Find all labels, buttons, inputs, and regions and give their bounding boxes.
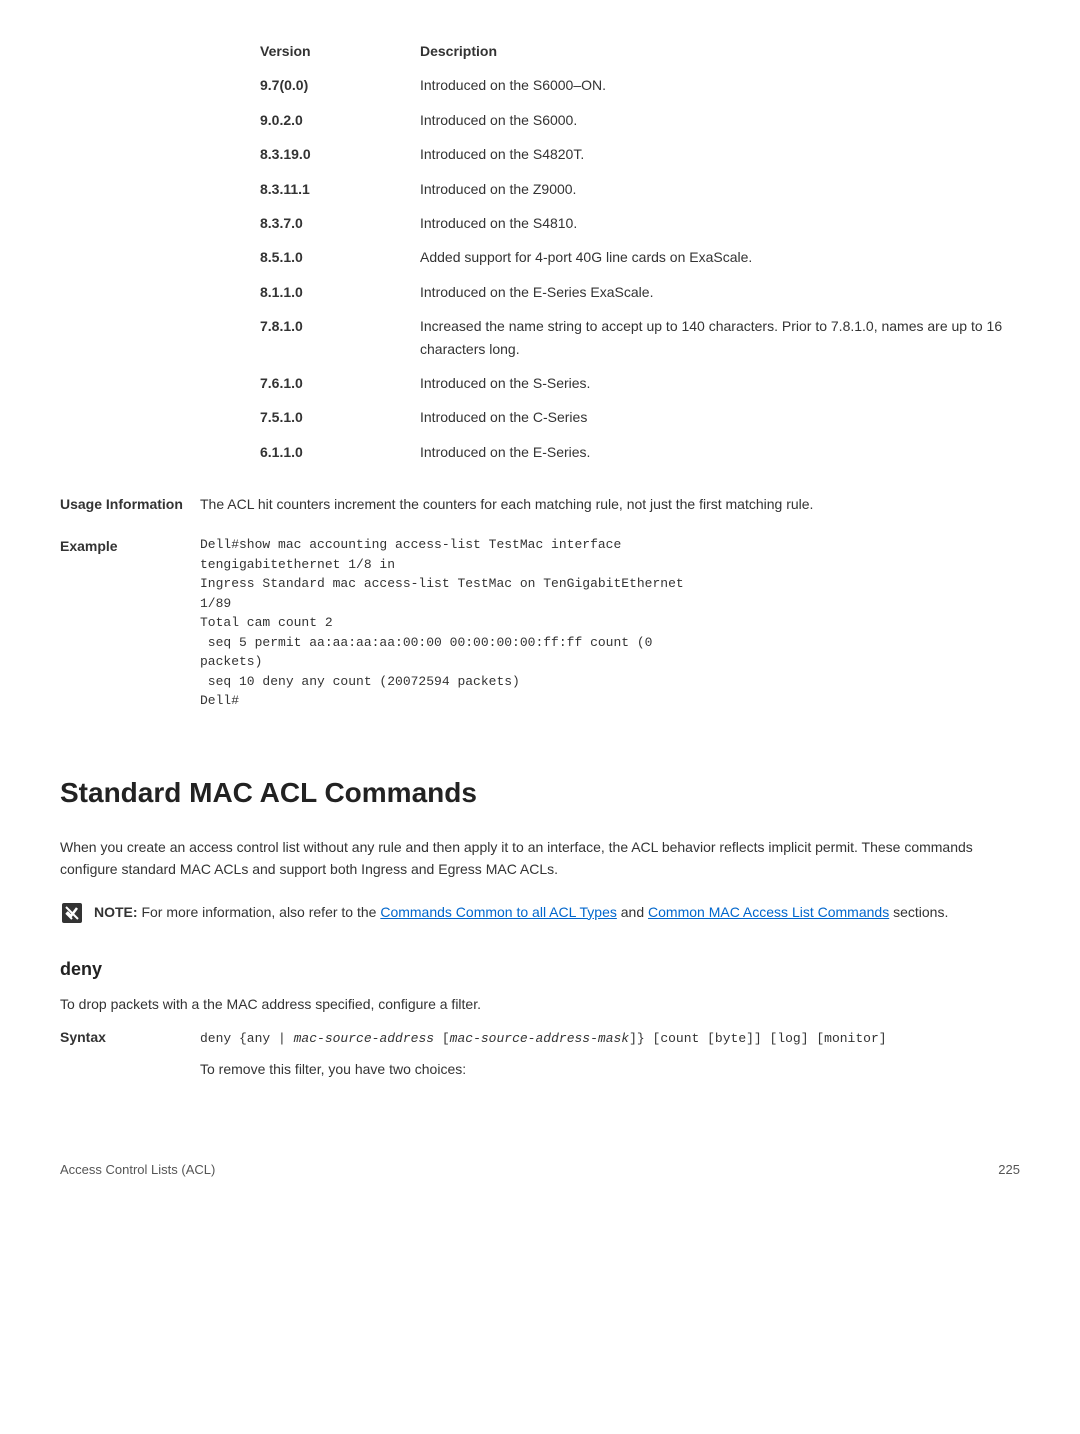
version-desc: Introduced on the S4820T. [420,143,1020,165]
example-block: Example Dell#show mac accounting access-… [60,535,1020,711]
syntax-content: deny {any | mac-source-address [mac-sour… [200,1026,1020,1080]
note-text-after: sections. [889,904,948,920]
version-cell: 7.5.1.0 [260,406,420,428]
version-row: 8.5.1.0 Added support for 4-port 40G lin… [260,246,1020,268]
version-desc: Introduced on the Z9000. [420,178,1020,200]
note-text: NOTE: For more information, also refer t… [94,901,1020,923]
example-label: Example [60,535,200,711]
version-desc: Introduced on the S-Series. [420,372,1020,394]
section-heading: Standard MAC ACL Commands [60,771,1020,816]
usage-information: Usage Information The ACL hit counters i… [60,493,1020,515]
version-cell: 9.7(0.0) [260,74,420,96]
version-desc: Introduced on the S6000–ON. [420,74,1020,96]
version-cell: 8.3.7.0 [260,212,420,234]
version-row: 9.0.2.0 Introduced on the S6000. [260,109,1020,131]
example-code: Dell#show mac accounting access-list Tes… [200,535,1020,711]
version-cell: 6.1.1.0 [260,441,420,463]
version-header-col1: Version [260,40,420,62]
version-table: Version Description 9.7(0.0) Introduced … [260,40,1020,463]
version-row: 8.3.19.0 Introduced on the S4820T. [260,143,1020,165]
note-prefix: NOTE: [94,904,141,920]
usage-info-text: The ACL hit counters increment the count… [200,493,1020,515]
version-cell: 8.1.1.0 [260,281,420,303]
version-row: 7.6.1.0 Introduced on the S-Series. [260,372,1020,394]
version-desc: Introduced on the E-Series ExaScale. [420,281,1020,303]
note-text-before: For more information, also refer to the [141,904,380,920]
version-row: 8.1.1.0 Introduced on the E-Series ExaSc… [260,281,1020,303]
version-row: 7.8.1.0 Increased the name string to acc… [260,315,1020,360]
footer-right: 225 [998,1160,1020,1181]
version-cell: 7.6.1.0 [260,372,420,394]
subsection-text: To drop packets with a the MAC address s… [60,993,1020,1015]
version-desc: Introduced on the S6000. [420,109,1020,131]
footer-left: Access Control Lists (ACL) [60,1160,215,1181]
version-desc: Introduced on the C-Series [420,406,1020,428]
version-desc: Introduced on the E-Series. [420,441,1020,463]
version-row: 7.5.1.0 Introduced on the C-Series [260,406,1020,428]
version-row: 8.3.7.0 Introduced on the S4810. [260,212,1020,234]
page-footer: Access Control Lists (ACL) 225 [60,1160,1020,1181]
version-desc: Increased the name string to accept up t… [420,315,1020,360]
syntax-code: deny {any | mac-source-address [mac-sour… [200,1031,887,1046]
version-table-header: Version Description [260,40,1020,62]
note-block: NOTE: For more information, also refer t… [60,901,1020,925]
subsection-heading: deny [60,955,1020,984]
note-text-middle: and [617,904,648,920]
note-icon [60,901,84,925]
version-row: 9.7(0.0) Introduced on the S6000–ON. [260,74,1020,96]
version-cell: 9.0.2.0 [260,109,420,131]
usage-info-label: Usage Information [60,493,200,515]
link-commands-common[interactable]: Commands Common to all ACL Types [380,904,617,920]
syntax-text: To remove this filter, you have two choi… [200,1058,1020,1080]
syntax-label: Syntax [60,1026,200,1080]
version-row: 8.3.11.1 Introduced on the Z9000. [260,178,1020,200]
syntax-block: Syntax deny {any | mac-source-address [m… [60,1026,1020,1080]
version-cell: 7.8.1.0 [260,315,420,360]
version-row: 6.1.1.0 Introduced on the E-Series. [260,441,1020,463]
version-cell: 8.3.11.1 [260,178,420,200]
version-cell: 8.5.1.0 [260,246,420,268]
version-desc: Added support for 4-port 40G line cards … [420,246,1020,268]
link-common-mac[interactable]: Common MAC Access List Commands [648,904,889,920]
section-text: When you create an access control list w… [60,836,1020,881]
version-desc: Introduced on the S4810. [420,212,1020,234]
version-header-col2: Description [420,40,1020,62]
version-cell: 8.3.19.0 [260,143,420,165]
